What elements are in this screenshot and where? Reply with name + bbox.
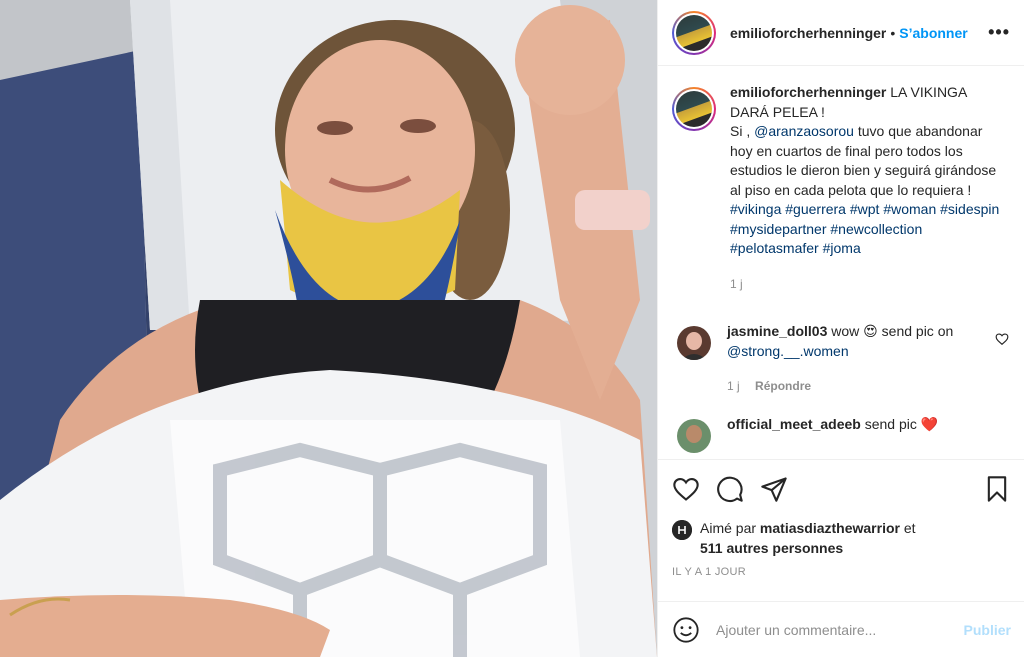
caption-meta: 1 j [730, 275, 1002, 295]
comment-bubble-icon[interactable] [716, 475, 744, 503]
comment-item: jasmine_doll03 wow 😍 send pic on @strong… [672, 322, 1009, 397]
post-side-panel: emilioforcherhenninger • S’abonner ••• e… [657, 0, 1024, 657]
comment-body: jasmine_doll03 wow 😍 send pic on @strong… [727, 322, 989, 397]
action-bar: Aimé par matiasdiazthewarrior et 511 aut… [658, 459, 1024, 578]
reply-button[interactable]: Répondre [755, 379, 811, 393]
emoji-icon[interactable] [672, 616, 700, 644]
caption-avatar[interactable] [672, 87, 716, 131]
post-caption: emilioforcherhenninger LA VIKINGA DARÁ P… [672, 83, 1009, 294]
comment-meta: 1 j Répondre [727, 377, 989, 397]
caption-body: emilioforcherhenninger LA VIKINGA DARÁ P… [730, 83, 1002, 294]
action-icons [672, 460, 1011, 518]
comment-input[interactable] [716, 621, 964, 638]
likes-text: Aimé par matiasdiazthewarrior et 511 aut… [700, 518, 916, 558]
caption-avatar-image [676, 91, 712, 127]
commenter-avatar[interactable] [677, 418, 711, 453]
instagram-post: emilioforcherhenninger • S’abonner ••• e… [0, 0, 1024, 657]
caption-time[interactable]: 1 j [730, 277, 743, 291]
hashtag[interactable]: #pelotasmafer [730, 240, 819, 256]
separator-dot: • [890, 24, 896, 41]
author-avatar-image [676, 14, 712, 51]
caption-username[interactable]: emilioforcherhenninger [730, 84, 886, 100]
comment-body: official_meet_adeeb send pic ❤️ [727, 415, 989, 453]
likes-summary: Aimé par matiasdiazthewarrior et 511 aut… [672, 518, 1011, 558]
hashtag[interactable]: #sidespin [940, 201, 999, 217]
hashtag[interactable]: #mysidepartner [730, 221, 827, 237]
likes-others[interactable]: 511 autres personnes [700, 540, 843, 556]
comment-item: official_meet_adeeb send pic ❤️ [672, 415, 1009, 453]
comment-username[interactable]: official_meet_adeeb [727, 416, 861, 432]
hashtag[interactable]: #newcollection [830, 221, 922, 237]
commenter-avatar[interactable] [677, 326, 711, 360]
author-username[interactable]: emilioforcherhenninger [730, 25, 886, 41]
like-heart-icon[interactable] [672, 475, 700, 503]
likes-prefix: Aimé par [700, 520, 760, 536]
caption-text-pre: Si , [730, 123, 755, 139]
more-options-icon[interactable]: ••• [988, 22, 1010, 43]
post-timestamp[interactable]: IL Y A 1 JOUR [672, 566, 1011, 578]
hashtag[interactable]: #guerrera [785, 201, 846, 217]
hashtag[interactable]: #wpt [850, 201, 880, 217]
comment-text: send pic ❤️ [864, 415, 939, 432]
photo-illustration [0, 0, 657, 657]
publish-button[interactable]: Publier [964, 622, 1011, 638]
hashtag[interactable]: #vikinga [730, 201, 781, 217]
post-photo[interactable] [0, 0, 657, 657]
comment-text: wow 😍 send pic on [831, 323, 954, 339]
liker-avatar[interactable] [672, 520, 692, 540]
add-comment-bar: Publier [658, 601, 1024, 657]
hashtag[interactable]: #joma [823, 240, 861, 256]
author-avatar[interactable] [672, 10, 716, 55]
comment-mention[interactable]: @strong.__.women [727, 343, 849, 359]
likes-suffix: et [899, 520, 916, 536]
post-header: emilioforcherhenninger • S’abonner ••• [658, 0, 1024, 66]
comment-username[interactable]: jasmine_doll03 [727, 323, 827, 339]
liker-username[interactable]: matiasdiazthewarrior [760, 520, 900, 536]
comment-time[interactable]: 1 j [727, 379, 740, 393]
share-paper-plane-icon[interactable] [760, 475, 788, 503]
save-bookmark-icon[interactable] [983, 475, 1011, 503]
comments-list[interactable]: emilioforcherhenninger LA VIKINGA DARÁ P… [658, 67, 1024, 459]
follow-button[interactable]: S’abonner [899, 25, 967, 41]
caption-mention[interactable]: @aranzaosorou [754, 123, 854, 139]
hashtag[interactable]: #woman [883, 201, 936, 217]
like-comment-heart-icon[interactable] [995, 332, 1009, 346]
